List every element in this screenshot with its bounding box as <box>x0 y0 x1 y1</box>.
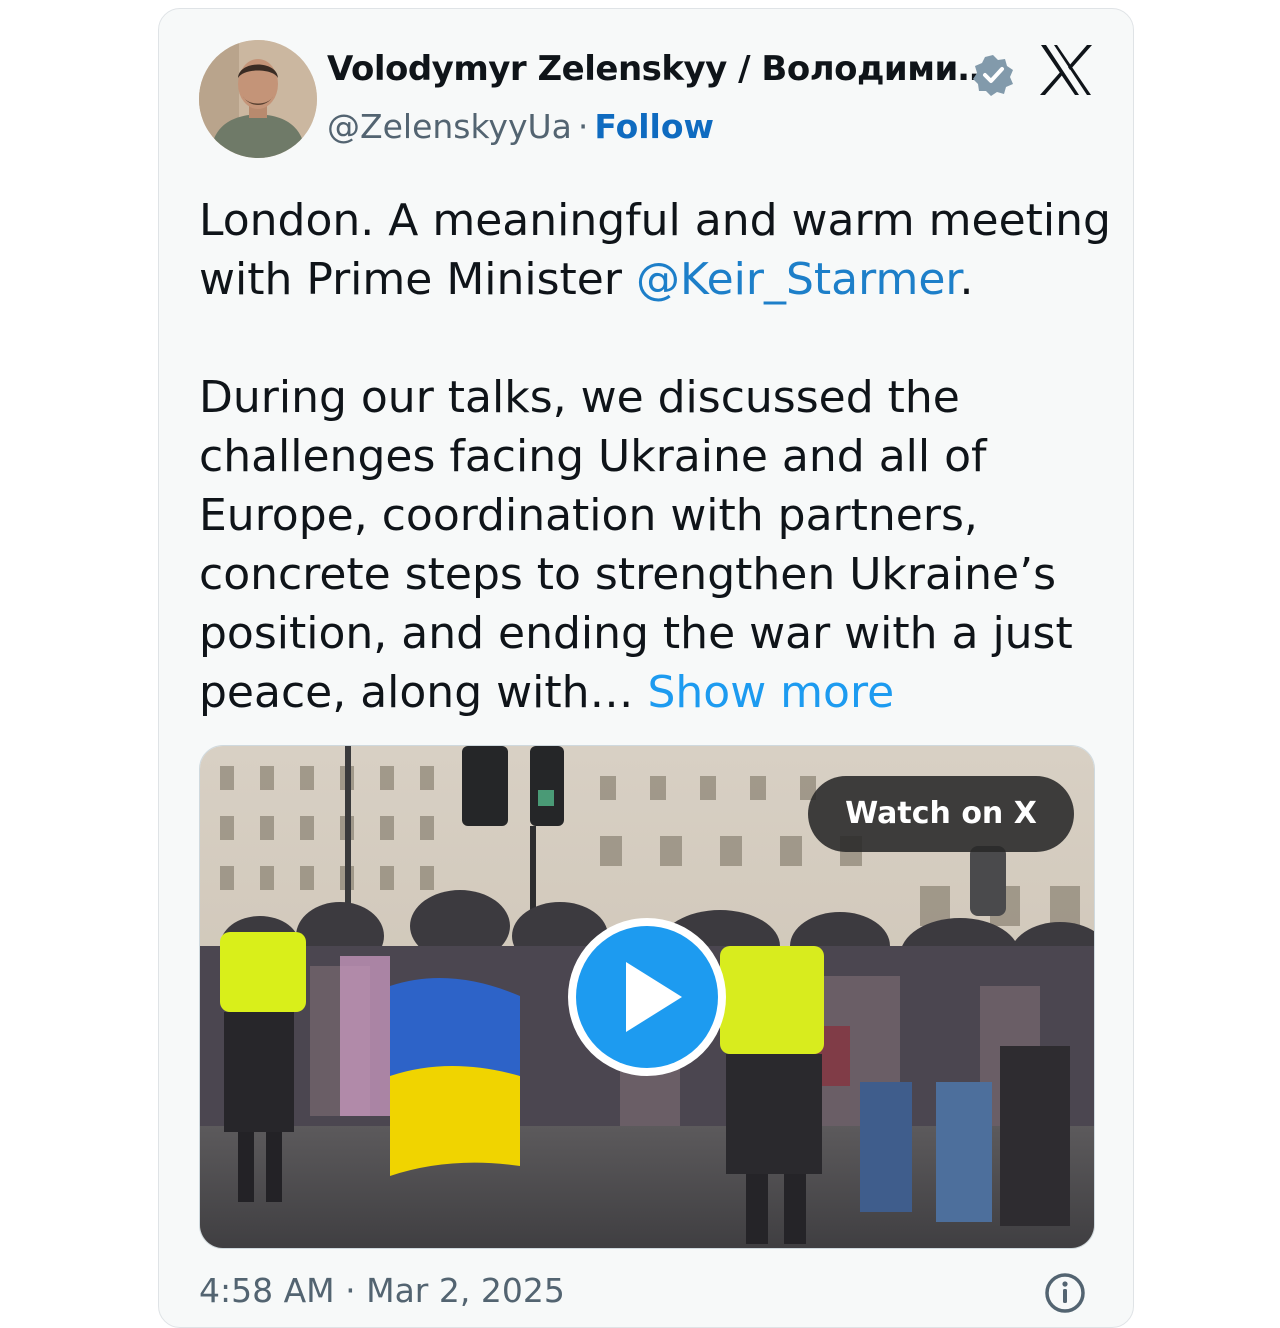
show-more-link[interactable]: Show more <box>647 667 894 718</box>
watch-on-x-button[interactable]: Watch on X <box>808 776 1074 852</box>
play-icon[interactable] <box>564 914 730 1080</box>
timestamp[interactable]: 4:58 AM · Mar 2, 2025 <box>199 1271 565 1310</box>
x-logo-icon[interactable] <box>1037 41 1095 99</box>
author-name[interactable]: Volodymyr Zelenskyy / Володими… <box>327 49 992 89</box>
follow-button[interactable]: Follow <box>594 107 714 146</box>
tweet-card[interactable]: Volodymyr Zelenskyy / Володими… @Zelensk… <box>158 8 1134 1328</box>
video-player[interactable]: Watch on X <box>199 745 1095 1249</box>
info-icon[interactable] <box>1043 1271 1087 1315</box>
mention-link[interactable]: @Keir_Starmer <box>636 254 960 305</box>
tweet-text: London. A meaningful and warm meeting wi… <box>199 191 1119 722</box>
handle-row: @ZelenskyyUa · Follow <box>327 107 714 146</box>
tweet-text-part-2: . During our talks, we discussed the cha… <box>199 254 1073 718</box>
verified-badge-icon <box>971 53 1015 97</box>
avatar[interactable] <box>199 40 317 158</box>
author-handle[interactable]: @ZelenskyyUa <box>327 107 572 146</box>
separator-dot: · <box>577 107 589 146</box>
